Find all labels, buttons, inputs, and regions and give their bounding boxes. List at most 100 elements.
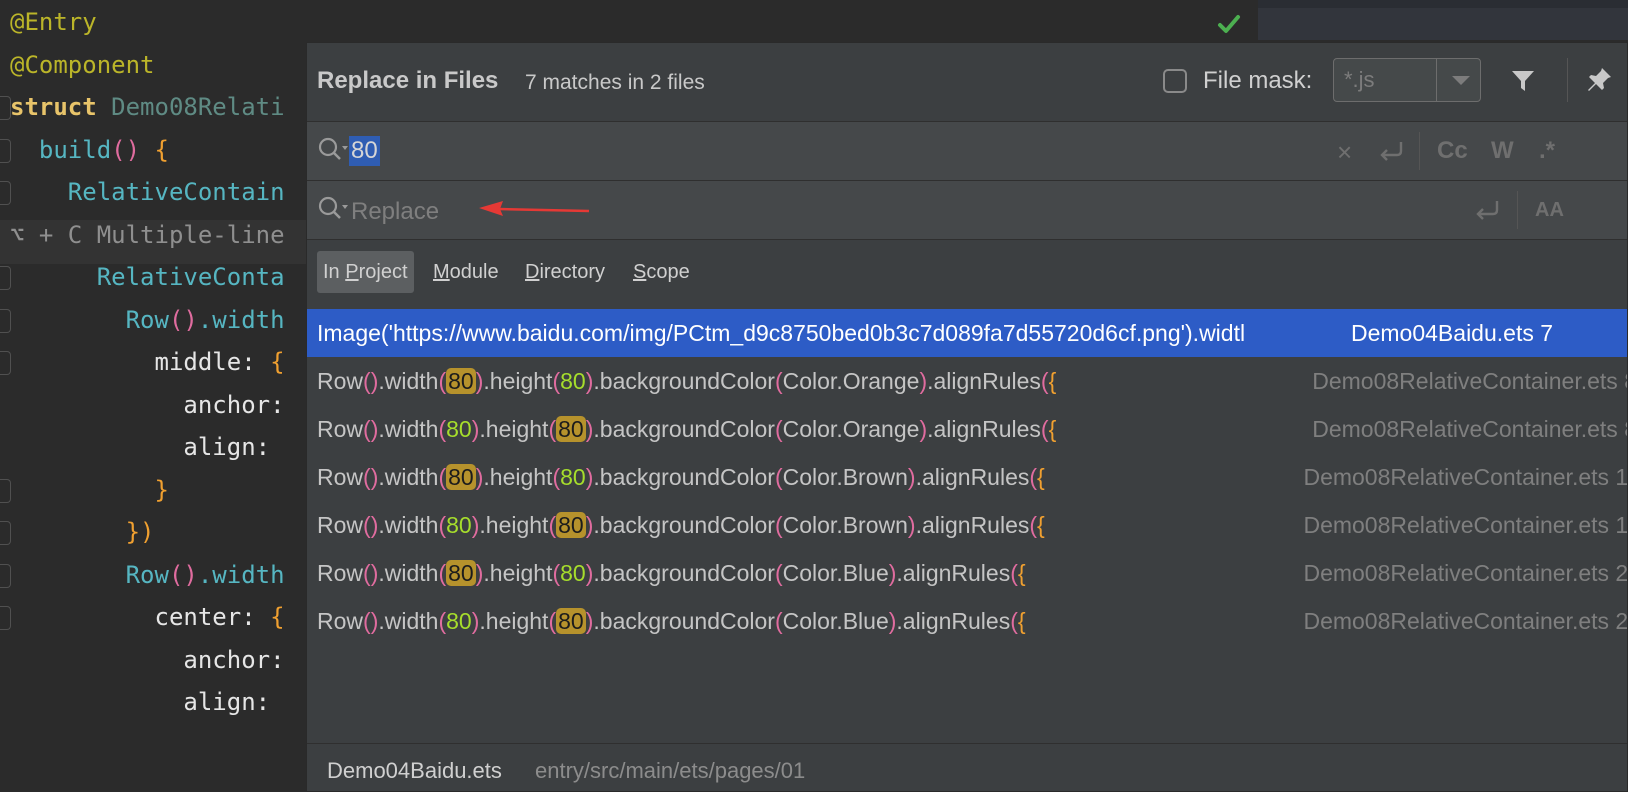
popup-header[interactable]: Replace in Files 7 matches in 2 files Fi… [307,43,1627,121]
code-token: Row [10,560,169,589]
result-row[interactable]: Row().width(80).height(80).backgroundCol… [307,549,1627,597]
code-line[interactable]: @Component [10,43,320,87]
tab-directory[interactable]: Directory [519,251,611,293]
code-token: Row [317,464,364,490]
popup-title: Replace in Files [317,67,499,94]
code-token: Row [10,305,169,334]
result-row[interactable]: Row().width(80).height(80).backgroundCol… [307,597,1627,645]
preserve-case-icon[interactable]: AA [1535,199,1564,227]
replace-in-files-popup[interactable]: Replace in Files 7 matches in 2 files Fi… [306,42,1628,792]
paren-token: ) [919,368,928,394]
code-line[interactable]: anchor: [10,383,320,427]
paren-token: ( [438,368,447,394]
tab-scope[interactable]: Scope [627,251,696,293]
result-row[interactable]: Row().width(80).height(80).backgroundCol… [307,357,1627,405]
code-line[interactable]: anchor: [10,638,320,682]
match-token: 80 [560,368,586,394]
pin-icon[interactable] [1585,66,1613,94]
replace-input[interactable]: Replace [351,198,439,226]
code-line[interactable]: ⌥ + C Multiple-line [10,213,320,257]
paren-token: ( [1010,608,1018,634]
brace-token: { [1048,416,1057,442]
match-case-icon[interactable]: Cc [1437,137,1468,165]
code-token: .backgroundColor [593,368,775,394]
code-token: struct [10,93,112,121]
paren-token: ( [363,608,371,634]
code-token: .height [479,608,549,634]
fold-marker-icon[interactable] [0,138,11,163]
code-line[interactable]: build() { [10,128,320,172]
code-line[interactable]: align: [10,680,320,724]
chevron-down-icon[interactable] [1452,76,1470,85]
code-line[interactable]: @Entry [10,0,320,44]
search-icon[interactable] [317,195,349,223]
code-token: .width [197,305,285,334]
code-line[interactable]: Row().width [10,553,320,597]
code-line[interactable]: RelativeConta [10,255,320,299]
fold-marker-icon[interactable] [0,606,11,630]
result-code: Row().width(80).height(80).backgroundCol… [317,501,1045,549]
fold-marker-icon[interactable] [0,308,11,333]
code-token: .backgroundColor [593,416,775,442]
code-line[interactable]: }) [10,510,320,554]
code-token: anchor [10,390,271,419]
code-token: : [241,348,271,376]
code-token: Row [317,608,364,634]
fold-marker-icon[interactable] [0,521,11,545]
regex-icon[interactable]: .* [1539,137,1555,165]
file-mask-checkbox[interactable] [1163,69,1187,93]
code-line[interactable]: RelativeContain [10,170,320,214]
code-token: .height [483,560,553,586]
fold-marker-icon[interactable] [0,478,11,503]
code-token: } [10,475,169,504]
fold-marker-icon[interactable] [0,351,11,375]
search-input[interactable]: 80 [349,136,380,166]
code-token: .alignRules [896,608,1011,634]
code-token: : [270,645,285,674]
paren-token: ( [363,512,371,538]
tab-in-project[interactable]: In Project [317,251,414,293]
code-line[interactable]: struct Demo08Relati [10,85,320,129]
code-token: : [241,603,271,631]
code-line[interactable]: middle: { [10,340,320,384]
code-line[interactable]: align: [10,425,320,469]
result-row[interactable]: Row().width(80).height(80).backgroundCol… [307,501,1627,549]
code-line[interactable]: center: { [10,595,320,639]
code-token: .width [378,512,439,538]
fold-marker-icon[interactable] [0,266,11,290]
whole-words-icon[interactable]: W [1491,137,1514,165]
preview-status-bar: Demo04Baidu.ets entry/src/main/ets/pages… [307,743,1627,791]
clear-icon[interactable]: × [1337,137,1352,167]
fold-marker-icon[interactable] [0,96,11,120]
code-token: .alignRules [896,560,1011,586]
results-list[interactable]: Image('https://www.baidu.com/img/PCtm_d9… [307,309,1627,645]
code-token: .height [483,464,553,490]
paren-token: ( [363,368,371,394]
code-line[interactable]: Row().width [10,298,320,342]
code-token: .width [378,368,439,394]
code-token: .alignRules [927,416,1041,442]
match-token: 80 [560,560,586,586]
code-token: RelativeContain [10,178,285,206]
result-row[interactable]: Row().width(80).height(80).backgroundCol… [307,405,1627,453]
result-row[interactable]: Row().width(80).height(80).backgroundCol… [307,453,1627,501]
paren-token: ( [363,464,371,490]
code-token: .backgroundColor [593,560,775,586]
scope-tabs[interactable]: In Project Module Directory Scope [307,239,1627,309]
new-line-icon[interactable] [1473,196,1501,224]
search-icon[interactable] [317,136,349,164]
match-token: 80 [556,608,586,634]
file-mask-combo[interactable]: *.js [1333,58,1481,102]
fold-marker-icon[interactable] [0,181,11,205]
tab-module[interactable]: Module [427,251,505,293]
code-token: () [168,305,198,334]
code-token: Color.Brown [782,512,908,538]
brace-token: { [1037,512,1045,538]
search-row[interactable]: 80 × Cc W .* [307,121,1627,180]
filter-icon[interactable] [1510,68,1536,94]
result-row[interactable]: Image('https://www.baidu.com/img/PCtm_d9… [307,309,1627,357]
code-token: Row [317,416,364,442]
fold-marker-icon[interactable] [0,563,11,588]
new-line-icon[interactable] [1377,137,1405,165]
code-line[interactable]: } [10,468,320,512]
